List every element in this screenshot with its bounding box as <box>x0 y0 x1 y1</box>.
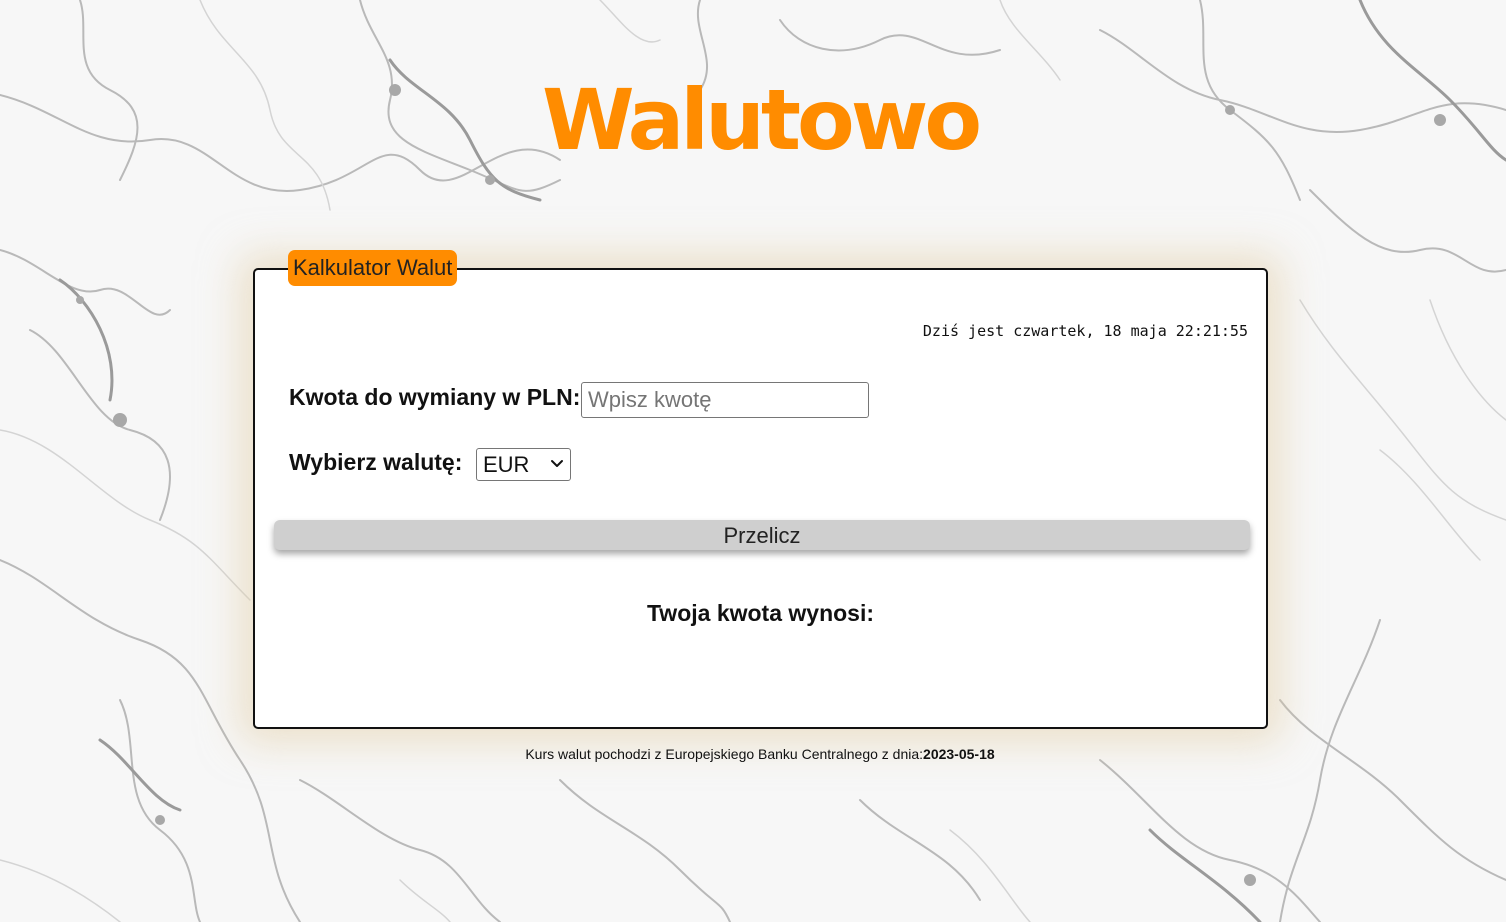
convert-button[interactable]: Przelicz <box>274 520 1250 550</box>
footer-source-text: Kurs walut pochodzi z Europejskiego Bank… <box>525 746 924 762</box>
currency-label: Wybierz walutę: <box>289 449 463 475</box>
current-date-time: Dziś jest czwartek, 18 maja 22:21:55 <box>922 322 1248 340</box>
calculator-legend: Kalkulator Walut <box>288 250 458 286</box>
site-title: Walutowo <box>541 71 982 169</box>
footer-rates-date: 2023-05-18 <box>923 746 995 762</box>
currency-select[interactable]: EUR <box>476 448 571 481</box>
footer-note: Kurs walut pochodzi z Europejskiego Bank… <box>0 746 1506 762</box>
amount-input[interactable] <box>581 382 869 418</box>
calculator-panel: Dziś jest czwartek, 18 maja 22:21:55 Kwo… <box>253 268 1268 729</box>
chevron-down-icon <box>551 460 563 467</box>
currency-selected-value: EUR <box>483 452 530 477</box>
amount-label: Kwota do wymiany w PLN: <box>289 384 581 410</box>
result-label: Twoja kwota wynosi: <box>646 600 875 626</box>
